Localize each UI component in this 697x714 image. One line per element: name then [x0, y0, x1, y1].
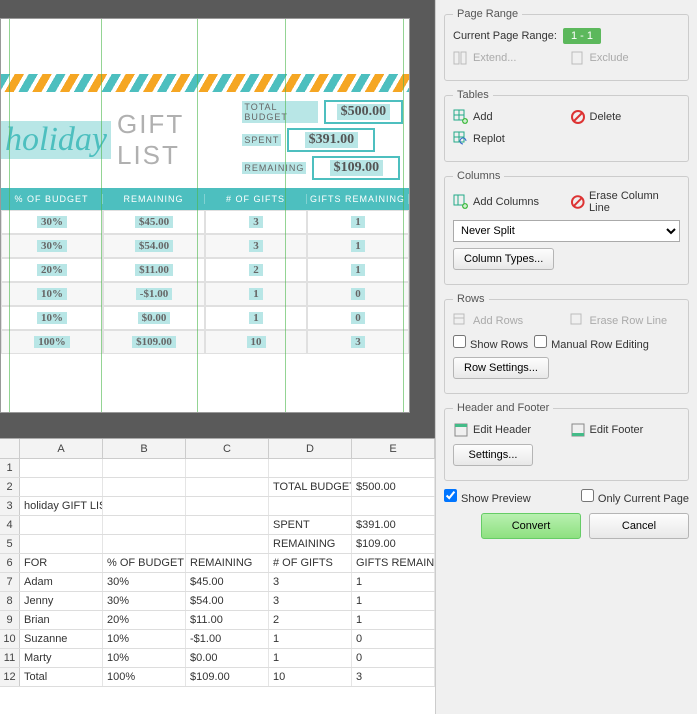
spreadsheet-row[interactable]: 4SPENT$391.00	[0, 516, 435, 535]
current-page-range-value: 1 - 1	[563, 28, 601, 44]
document-preview: holiday GIFT LIST TOTAL BUDGET$500.00 SP…	[0, 0, 435, 438]
budget-summary: TOTAL BUDGET$500.00 SPENT$391.00 REMAINI…	[242, 100, 403, 180]
preview-row: 20%$11.0021	[1, 258, 409, 282]
spreadsheet-row[interactable]: 5REMAINING$109.00	[0, 535, 435, 554]
spreadsheet-preview: A B C D E 12TOTAL BUDGET$500.003holiday …	[0, 438, 435, 714]
cancel-button[interactable]: Cancel	[589, 513, 689, 539]
spreadsheet-row[interactable]: 7Adam30%$45.0031	[0, 573, 435, 592]
delete-table-button[interactable]: Delete	[570, 109, 681, 125]
erase-row-icon	[570, 313, 586, 329]
current-page-range-label: Current Page Range:	[453, 30, 557, 42]
preview-row: 10%$0.0010	[1, 306, 409, 330]
page-range-group: Page Range Current Page Range: 1 - 1 Ext…	[444, 8, 689, 81]
manual-row-checkbox[interactable]: Manual Row Editing	[534, 335, 649, 351]
title-caps: GIFT LIST	[117, 109, 242, 171]
extend-icon	[453, 50, 469, 66]
column-types-button[interactable]: Column Types...	[453, 248, 554, 270]
columns-group: Columns Add Columns Erase Column Line Ne…	[444, 170, 689, 285]
erase-row-button[interactable]: Erase Row Line	[570, 313, 681, 329]
preview-row: 30%$54.0031	[1, 234, 409, 258]
exclude-icon	[570, 50, 586, 66]
replot-icon	[453, 131, 469, 147]
spreadsheet-row[interactable]: 12Total100%$109.00103	[0, 668, 435, 687]
show-preview-checkbox[interactable]: Show Preview	[444, 489, 531, 505]
row-settings-button[interactable]: Row Settings...	[453, 357, 549, 379]
title-script: holiday	[1, 121, 111, 159]
only-current-page-checkbox[interactable]: Only Current Page	[581, 489, 689, 505]
spreadsheet-row[interactable]: 3holiday GIFT LIST	[0, 497, 435, 516]
footer-icon	[570, 422, 586, 438]
spreadsheet-row[interactable]: 1	[0, 459, 435, 478]
extend-button[interactable]: Extend...	[453, 50, 564, 66]
decorative-stripes	[1, 74, 409, 92]
exclude-button[interactable]: Exclude	[570, 50, 681, 66]
edit-footer-button[interactable]: Edit Footer	[570, 422, 681, 438]
delete-table-icon	[570, 109, 586, 125]
spreadsheet-row[interactable]: 2TOTAL BUDGET$500.00	[0, 478, 435, 497]
spreadsheet-column-headers: A B C D E	[0, 439, 435, 459]
erase-column-button[interactable]: Erase Column Line	[570, 190, 681, 214]
spreadsheet-row[interactable]: 11Marty10%$0.0010	[0, 649, 435, 668]
add-columns-button[interactable]: Add Columns	[453, 194, 564, 210]
header-footer-settings-button[interactable]: Settings...	[453, 444, 533, 466]
spreadsheet-row[interactable]: 6FOR% OF BUDGETREMAINING# OF GIFTSGIFTS …	[0, 554, 435, 573]
header-footer-group: Header and Footer Edit Header Edit Foote…	[444, 402, 689, 481]
preview-table-header: % OF BUDGETREMAINING# OF GIFTSGIFTS REMA…	[1, 188, 409, 210]
add-rows-icon	[453, 313, 469, 329]
edit-header-button[interactable]: Edit Header	[453, 422, 564, 438]
convert-button[interactable]: Convert	[481, 513, 581, 539]
spreadsheet-row[interactable]: 8Jenny30%$54.0031	[0, 592, 435, 611]
add-rows-button[interactable]: Add Rows	[453, 313, 564, 329]
preview-row: 30%$45.0031	[1, 210, 409, 234]
header-icon	[453, 422, 469, 438]
side-panel: Page Range Current Page Range: 1 - 1 Ext…	[435, 0, 697, 714]
rows-group: Rows Add Rows Erase Row Line Show Rows M…	[444, 293, 689, 394]
spreadsheet-row[interactable]: 10Suzanne10%-$1.0010	[0, 630, 435, 649]
add-table-icon	[453, 109, 469, 125]
preview-row: 10%-$1.0010	[1, 282, 409, 306]
preview-row: 100%$109.00103	[1, 330, 409, 354]
show-rows-checkbox[interactable]: Show Rows	[453, 335, 528, 351]
tables-group: Tables Add Delete Replot	[444, 89, 689, 162]
add-table-button[interactable]: Add	[453, 109, 564, 125]
replot-button[interactable]: Replot	[453, 131, 680, 147]
erase-column-icon	[570, 194, 586, 210]
spreadsheet-row[interactable]: 9Brian20%$11.0021	[0, 611, 435, 630]
split-select[interactable]: Never Split	[453, 220, 680, 242]
add-columns-icon	[453, 194, 469, 210]
